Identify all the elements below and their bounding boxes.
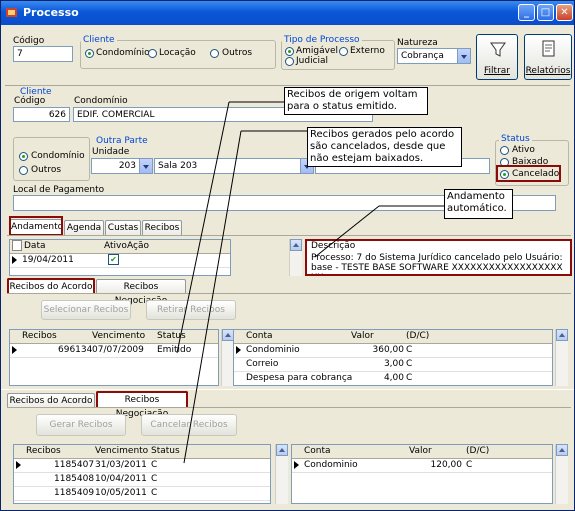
callout-line-1b: [176, 101, 230, 354]
callout-lines: [176, 101, 445, 464]
callout-recibos-cancelados: Recibos gerados pelo acordo são cancelad…: [307, 127, 462, 167]
callout-recibos-origem: Recibos de origem voltam para o status e…: [284, 87, 428, 115]
callout-line-3b: [314, 205, 380, 258]
callout-andamento: Andamento automático.: [444, 189, 513, 219]
processo-window: Processo _ □ ✕ Código 7 Cliente Condomín…: [0, 0, 575, 511]
